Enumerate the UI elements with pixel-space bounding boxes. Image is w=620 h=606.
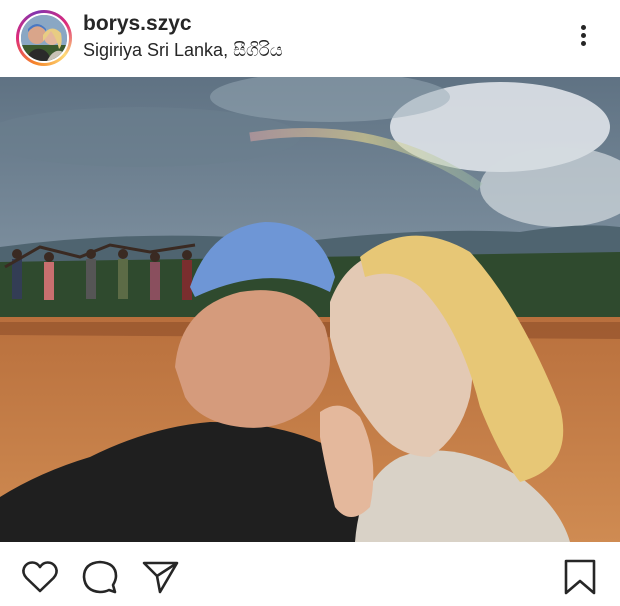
location-link[interactable]: Sigiriya Sri Lanka, සීගිරිය xyxy=(83,40,283,61)
post-photo[interactable] xyxy=(0,77,620,542)
dot xyxy=(580,41,586,46)
paper-plane-icon[interactable] xyxy=(140,557,180,597)
bookmark-icon[interactable] xyxy=(560,557,600,597)
photo-scene xyxy=(0,77,620,542)
username[interactable]: borys.szyc xyxy=(83,12,192,36)
comment-icon[interactable] xyxy=(80,557,120,597)
dot xyxy=(580,25,586,30)
dot xyxy=(580,33,586,38)
avatar[interactable] xyxy=(19,13,69,63)
post-header: borys.szyc Sigiriya Sri Lanka, සීගිරිය xyxy=(0,0,620,77)
heart-icon[interactable] xyxy=(20,557,60,597)
story-ring[interactable] xyxy=(16,10,72,66)
post-action-bar xyxy=(0,542,620,606)
more-options-icon[interactable] xyxy=(568,22,598,54)
avatar-image xyxy=(21,15,67,61)
